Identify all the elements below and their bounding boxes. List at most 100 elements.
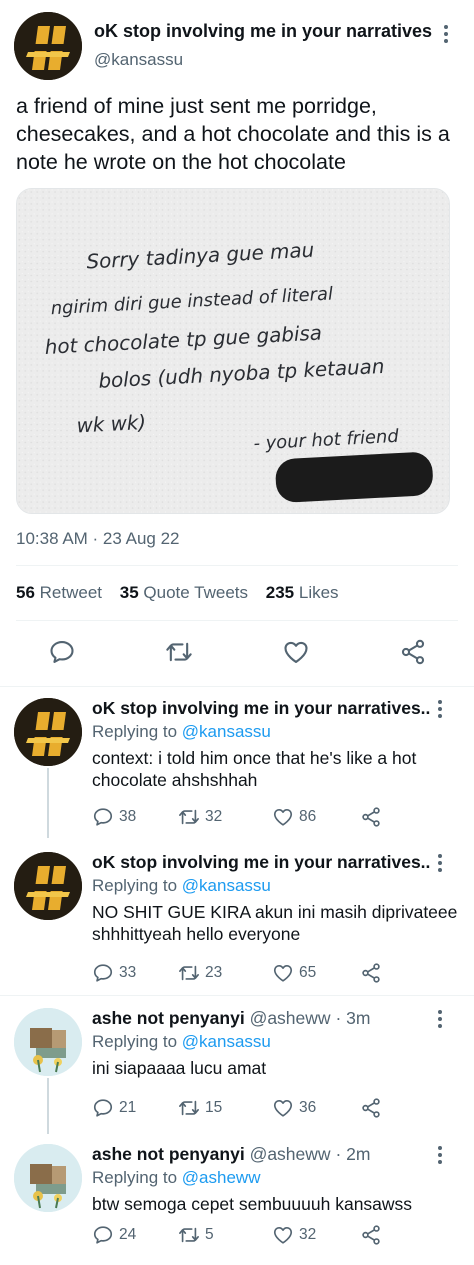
tweet-stats: 56 Retweet 35 Quote Tweets 235 Likes — [16, 583, 352, 603]
avatar[interactable] — [14, 12, 82, 80]
thread-line — [47, 1078, 49, 1134]
display-name: ashe not penyanyi — [92, 1008, 245, 1028]
like-button[interactable]: 86 — [272, 805, 316, 829]
share-button[interactable] — [360, 1096, 382, 1120]
retweet-button[interactable]: 23 — [178, 961, 222, 985]
tweet-photo[interactable]: Sorry tadinya gue mau ngirim diri gue in… — [16, 188, 450, 514]
reply-button[interactable]: 38 — [92, 805, 136, 829]
like-button[interactable]: 65 — [272, 961, 316, 985]
like-icon — [273, 809, 293, 826]
reply-icon[interactable] — [48, 638, 76, 666]
display-name[interactable]: oK stop involving me in your narratives — [94, 21, 432, 42]
like-icon — [273, 1100, 293, 1117]
retweet-button[interactable]: 32 — [178, 805, 222, 829]
like-icon — [273, 965, 293, 982]
handwritten-note-image: Sorry tadinya gue mau ngirim diri gue in… — [17, 189, 449, 513]
reply-tweet[interactable]: ashe not penyanyi @asheww · 2m Replying … — [0, 1134, 474, 1265]
like-count: 32 — [299, 1226, 317, 1243]
retweet-icon — [179, 965, 199, 981]
display-name: ashe not penyanyi — [92, 1144, 245, 1164]
share-button[interactable] — [360, 961, 382, 985]
more-icon[interactable] — [430, 854, 450, 872]
display-name[interactable]: oK stop involving me in your narratives.… — [92, 698, 430, 719]
thread-line — [47, 768, 49, 838]
replying-to: Replying to @kansassu — [92, 876, 271, 895]
note-line-5: wk wk) — [76, 411, 147, 438]
reply-time: · 2m — [335, 1144, 371, 1164]
reply-tweet[interactable]: oK stop involving me in your narratives.… — [0, 688, 474, 838]
reply-count: 33 — [119, 964, 137, 981]
replying-to: Replying to @asheww — [92, 1168, 261, 1187]
like-button[interactable]: 36 — [272, 1096, 316, 1120]
reply-icon — [93, 1226, 113, 1244]
reply-icon — [93, 808, 113, 826]
like-button[interactable]: 32 — [272, 1223, 316, 1247]
retweet-icon[interactable] — [165, 638, 193, 666]
share-button[interactable] — [360, 805, 382, 829]
retweet-icon — [179, 809, 199, 825]
replying-to: Replying to @kansassu — [92, 1032, 271, 1051]
user-line[interactable]: ashe not penyanyi @asheww · 2m — [92, 1144, 370, 1165]
reply-tweet[interactable]: ashe not penyanyi @asheww · 3m Replying … — [0, 998, 474, 1134]
retweets-stat[interactable]: 56 Retweet — [16, 583, 102, 602]
share-icon — [362, 1098, 380, 1118]
avatar-image — [14, 12, 82, 80]
handle: @asheww — [249, 1008, 331, 1028]
reply-time: · 3m — [335, 1008, 371, 1028]
quote-tweets-stat[interactable]: 35 Quote Tweets — [120, 583, 248, 602]
reply-text: context: i told him once that he's like … — [92, 748, 417, 790]
retweet-button[interactable]: 5 — [178, 1223, 214, 1247]
like-count: 65 — [299, 964, 317, 981]
avatar[interactable] — [14, 698, 82, 766]
reply-actions: 33 23 65 — [92, 961, 472, 985]
reply-actions: 38 32 86 — [92, 805, 472, 829]
tweet-timestamp[interactable]: 10:38 AM · 23 Aug 22 — [16, 529, 180, 549]
retweet-count: 23 — [205, 964, 223, 981]
display-name[interactable]: oK stop involving me in your narratives.… — [92, 852, 430, 873]
handle: @asheww — [249, 1144, 331, 1164]
mention-link[interactable]: @kansassu — [182, 722, 271, 741]
avatar[interactable] — [14, 852, 82, 920]
reply-text: ini siapaaaa lucu amat — [92, 1058, 267, 1078]
like-icon — [273, 1227, 293, 1244]
replying-to: Replying to @kansassu — [92, 722, 271, 741]
divider — [16, 565, 458, 566]
reply-tweet[interactable]: oK stop involving me in your narratives.… — [0, 842, 474, 992]
share-icon — [362, 963, 380, 983]
more-icon[interactable] — [430, 700, 450, 718]
tweet-text: a friend of mine just sent me porridge, … — [16, 94, 450, 174]
divider — [0, 686, 474, 687]
reply-button[interactable]: 33 — [92, 961, 136, 985]
reply-icon — [93, 964, 113, 982]
share-icon[interactable] — [399, 638, 427, 666]
like-icon[interactable] — [282, 638, 310, 666]
reply-icon — [93, 1099, 113, 1117]
mention-link[interactable]: @kansassu — [182, 876, 271, 895]
more-icon[interactable] — [430, 1010, 450, 1028]
reply-button[interactable]: 24 — [92, 1223, 136, 1247]
more-icon[interactable] — [436, 25, 456, 43]
reply-actions: 21 15 36 — [92, 1096, 472, 1120]
like-count: 36 — [299, 1099, 317, 1116]
divider — [0, 995, 474, 996]
redaction-mark — [275, 452, 433, 503]
user-line[interactable]: ashe not penyanyi @asheww · 3m — [92, 1008, 370, 1029]
mention-link[interactable]: @asheww — [182, 1168, 261, 1187]
share-icon — [362, 1225, 380, 1245]
tweet-actions — [0, 638, 474, 668]
retweet-button[interactable]: 15 — [178, 1096, 222, 1120]
retweet-count: 15 — [205, 1099, 223, 1116]
avatar[interactable] — [14, 1008, 82, 1076]
like-count: 86 — [299, 808, 317, 825]
share-button[interactable] — [360, 1223, 382, 1247]
retweet-count: 32 — [205, 808, 223, 825]
divider — [16, 620, 458, 621]
reply-button[interactable]: 21 — [92, 1096, 136, 1120]
avatar[interactable] — [14, 1144, 82, 1212]
more-icon[interactable] — [430, 1146, 450, 1164]
reply-count: 21 — [119, 1099, 137, 1116]
handle[interactable]: @kansassu — [94, 50, 183, 70]
likes-stat[interactable]: 235 Likes — [266, 583, 339, 602]
retweet-count: 5 — [205, 1226, 214, 1243]
mention-link[interactable]: @kansassu — [182, 1032, 271, 1051]
